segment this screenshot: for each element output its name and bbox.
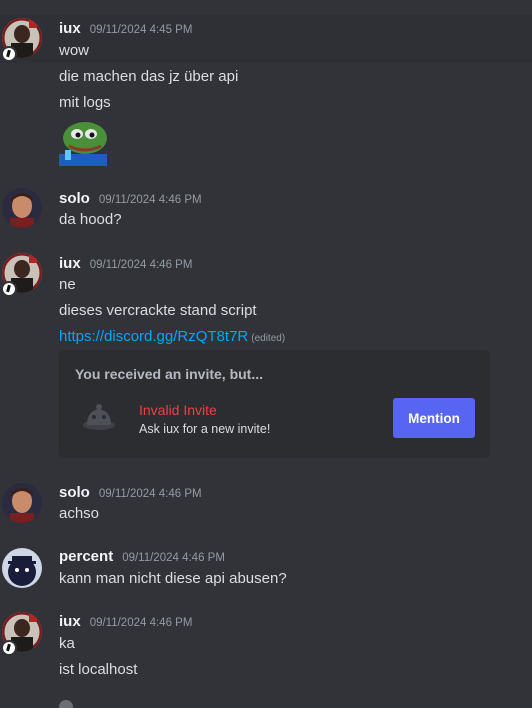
invite-title: You received an invite, but... <box>75 366 264 382</box>
username[interactable]: solo <box>59 190 90 207</box>
message-text: ist localhost <box>59 661 138 678</box>
invite-embed: You received an invite, but... Invalid I… <box>59 350 490 458</box>
avatar-percent[interactable] <box>2 548 42 588</box>
status-icon <box>1 46 17 62</box>
username[interactable]: iux <box>59 20 81 37</box>
edited-label: (edited) <box>251 333 286 344</box>
message-text: die machen das jz über api <box>59 68 239 85</box>
pepe-frog-sticker[interactable] <box>59 118 107 166</box>
mention-button[interactable]: Mention <box>393 398 475 438</box>
avatar-solo[interactable] <box>2 483 42 523</box>
message-text: wow <box>59 42 90 59</box>
username[interactable]: iux <box>59 255 81 272</box>
timestamp: 09/11/2024 4:46 PM <box>89 617 193 629</box>
username[interactable]: iux <box>59 613 81 630</box>
timestamp: 09/11/2024 4:46 PM <box>98 488 202 500</box>
message-header: iux 09/11/2024 4:45 PM <box>59 20 192 37</box>
message-text: da hood? <box>59 211 122 228</box>
message-link-line: https://discord.gg/RzQT8t7R (edited) <box>59 328 285 345</box>
timestamp: 09/11/2024 4:46 PM <box>98 194 202 206</box>
invalid-invite-icon <box>79 401 119 433</box>
username[interactable]: percent <box>59 548 113 565</box>
invite-subtitle: Ask iux for a new invite! <box>139 422 271 436</box>
message-text: ne <box>59 276 76 293</box>
message-text: kann man nicht diese api abusen? <box>59 570 287 587</box>
message-header: percent 09/11/2024 4:46 PM <box>59 548 225 565</box>
message-header: solo 09/11/2024 4:46 PM <box>59 190 202 207</box>
timestamp: 09/11/2024 4:46 PM <box>89 259 193 271</box>
avatar-solo[interactable] <box>2 188 42 228</box>
invite-name: Invalid Invite <box>139 402 217 418</box>
timestamp: 09/11/2024 4:45 PM <box>89 24 193 36</box>
status-icon <box>1 640 17 656</box>
message-text: achso <box>59 505 100 522</box>
message-header: iux 09/11/2024 4:46 PM <box>59 255 192 272</box>
timestamp: 09/11/2024 4:46 PM <box>122 552 225 564</box>
partial-avatar <box>59 700 73 708</box>
message-text: mit logs <box>59 94 111 111</box>
message-text: dieses vercrackte stand script <box>59 302 257 319</box>
message-text: ka <box>59 635 75 652</box>
message-header: iux 09/11/2024 4:46 PM <box>59 613 192 630</box>
status-icon <box>1 281 17 297</box>
username[interactable]: solo <box>59 484 90 501</box>
invite-link[interactable]: https://discord.gg/RzQT8t7R <box>59 328 248 345</box>
message-header: solo 09/11/2024 4:46 PM <box>59 484 202 501</box>
chat-messages: iux 09/11/2024 4:45 PM wow die machen da… <box>0 0 532 708</box>
